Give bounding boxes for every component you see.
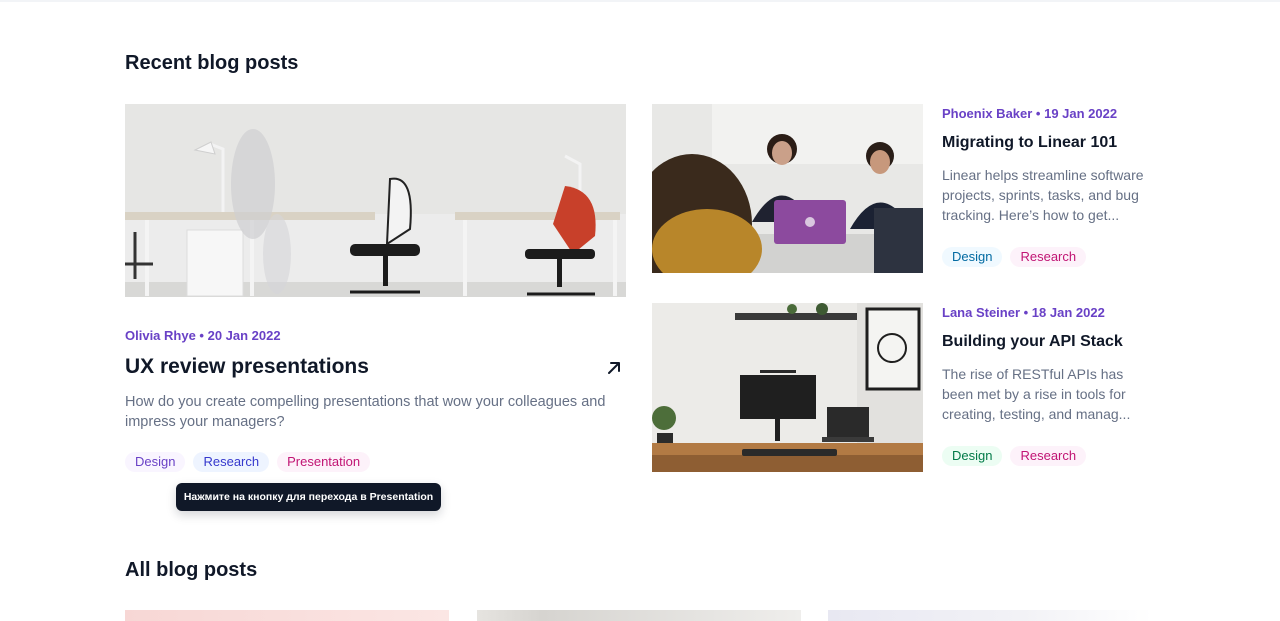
featured-post-image[interactable]	[125, 104, 626, 297]
tag-research[interactable]: Research	[1010, 247, 1087, 267]
post-thumbnail[interactable]	[477, 610, 801, 621]
tag-research[interactable]: Research	[1010, 446, 1087, 466]
featured-post-title[interactable]: UX review presentations	[125, 355, 369, 379]
post-image-linear[interactable]	[652, 104, 923, 273]
all-posts-section-title: All blog posts	[125, 559, 258, 581]
featured-post-meta: Olivia Rhye • 20 Jan 2022	[125, 328, 281, 343]
tag-design[interactable]: Design	[942, 446, 1003, 466]
post-image-api-stack[interactable]	[652, 303, 923, 472]
post-title-api-stack[interactable]: Building your API Stack	[942, 333, 1123, 351]
featured-post-tags: Design Research Presentation	[125, 452, 371, 472]
recent-section-title: Recent blog posts	[125, 52, 299, 74]
featured-post-description: How do you create compelling presentatio…	[125, 394, 606, 430]
post-description-api-stack: The rise of RESTful APIs has been met by…	[942, 366, 1131, 422]
post-meta-api-stack: Lana Steiner • 18 Jan 2022	[942, 305, 1105, 320]
post-tags-api-stack: Design Research	[942, 446, 1087, 466]
post-thumbnail[interactable]	[828, 610, 1152, 621]
post-title-linear[interactable]: Migrating to Linear 101	[942, 134, 1117, 152]
arrow-up-right-icon[interactable]	[605, 359, 623, 377]
presentation-tooltip: Нажмите на кнопку для перехода в Present…	[176, 483, 441, 511]
post-tags-linear: Design Research	[942, 247, 1087, 267]
post-meta-linear: Phoenix Baker • 19 Jan 2022	[942, 106, 1118, 121]
tag-design[interactable]: Design	[942, 247, 1003, 267]
post-thumbnail[interactable]	[125, 610, 449, 621]
post-description-linear: Linear helps streamline software project…	[942, 167, 1144, 223]
tag-research[interactable]: Research	[193, 452, 270, 472]
tag-design[interactable]: Design	[125, 452, 186, 472]
tag-presentation[interactable]: Presentation	[277, 452, 371, 472]
top-divider	[0, 0, 1280, 2]
